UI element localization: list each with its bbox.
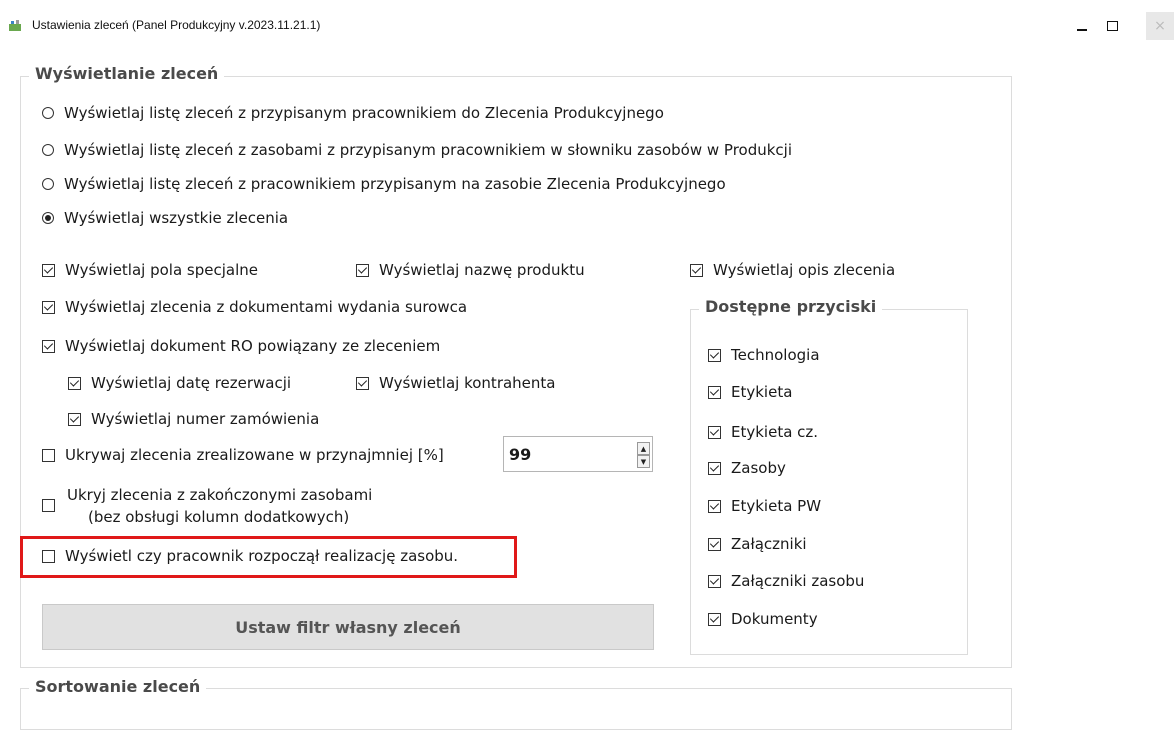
checkbox[interactable] [708,461,721,475]
checkbox-label: Wyświetlaj zlecenia z dokumentami wydani… [65,298,468,316]
radio-label: Wyświetlaj listę zleceń z zasobami z prz… [64,141,793,159]
checkbox-label: Wyświetlaj numer zamówienia [91,410,320,428]
minimize-icon [1077,29,1087,31]
window-title: Ustawienia zleceń (Panel Produkcyjny v.2… [32,18,321,32]
checkbox-label: Technologia [731,346,820,364]
checkbox[interactable] [68,412,81,426]
radio-label: Wyświetlaj wszystkie zlecenia [64,209,289,227]
check-product-name[interactable]: Wyświetlaj nazwę produktu [356,261,585,279]
spin-up-icon[interactable]: ▲ [637,442,650,455]
checkbox-label: Etykieta PW [731,497,822,515]
close-icon: × [1154,18,1166,34]
checkbox-label: Wyświetl czy pracownik rozpoczął realiza… [65,547,459,565]
checkbox[interactable] [42,549,55,563]
check-raw-material-docs[interactable]: Wyświetlaj zlecenia z dokumentami wydani… [42,298,467,316]
checkbox-label-line2: (bez obsługi kolumn dodatkowych) [88,508,350,526]
checkbox[interactable] [42,448,55,462]
button-option-zalaczniki-zasobu[interactable]: Załączniki zasobu [708,572,864,590]
radio-button[interactable] [42,107,54,119]
button-option-etykieta-pw[interactable]: Etykieta PW [708,497,821,515]
radio-assigned-worker[interactable]: Wyświetlaj listę zleceń z przypisanym pr… [42,104,664,122]
radio-button-selected[interactable] [42,212,54,224]
checkbox[interactable] [42,263,55,277]
radio-button[interactable] [42,178,54,190]
checkbox-label: Zasoby [731,459,786,477]
checkbox[interactable] [708,385,721,399]
checkbox-label: Ukrywaj zlecenia zrealizowane w przynajm… [65,446,444,464]
maximize-icon [1106,21,1118,31]
button-option-zalaczniki[interactable]: Załączniki [708,535,807,553]
checkbox[interactable] [708,348,721,362]
checkbox-label: Wyświetlaj dokument RO powiązany ze zlec… [65,337,441,355]
button-option-zasoby[interactable]: Zasoby [708,459,786,477]
checkbox[interactable] [42,300,55,314]
check-ro-document[interactable]: Wyświetlaj dokument RO powiązany ze zlec… [42,337,440,355]
checkbox[interactable] [708,499,721,513]
spin-down-icon[interactable]: ▼ [637,455,650,468]
check-worker-started[interactable]: Wyświetl czy pracownik rozpoczął realiza… [42,547,458,565]
button-option-technologia[interactable]: Technologia [708,346,820,364]
checkbox-label: Wyświetlaj opis zlecenia [713,261,896,279]
sort-group-legend: Sortowanie zleceń [29,677,207,696]
button-option-etykieta-cz[interactable]: Etykieta cz. [708,423,818,441]
checkbox-label: Wyświetlaj kontrahenta [379,374,556,392]
check-order-description[interactable]: Wyświetlaj opis zlecenia [690,261,895,279]
check-hide-realized[interactable]: Ukrywaj zlecenia zrealizowane w przynajm… [42,446,444,464]
checkbox-label: Wyświetlaj nazwę produktu [379,261,585,279]
percent-stepper[interactable]: 99 ▲ ▼ [503,436,653,472]
title-bar: Ustawienia zleceń (Panel Produkcyjny v.2… [0,0,1174,52]
display-group-legend: Wyświetlanie zleceń [29,64,225,83]
checkbox[interactable] [356,263,369,277]
checkbox-label: Etykieta cz. [731,423,819,441]
set-custom-filter-button[interactable]: Ustaw filtr własny zleceń [42,604,654,650]
radio-button[interactable] [42,144,54,156]
radio-resources-dictionary[interactable]: Wyświetlaj listę zleceń z zasobami z prz… [42,141,792,159]
maximize-button[interactable] [1098,12,1126,40]
check-reservation-date[interactable]: Wyświetlaj datę rezerwacji [68,374,291,392]
checkbox[interactable] [708,425,721,439]
checkbox-label: Załączniki zasobu [731,572,865,590]
radio-label: Wyświetlaj listę zleceń z przypisanym pr… [64,104,664,122]
app-icon [9,20,21,31]
checkbox[interactable] [708,612,721,626]
checkbox-label: Etykieta [731,383,793,401]
checkbox-label: Dokumenty [731,610,818,628]
button-option-etykieta[interactable]: Etykieta [708,383,792,401]
radio-worker-on-resource[interactable]: Wyświetlaj listę zleceń z pracownikiem p… [42,175,726,193]
checkbox[interactable] [708,574,721,588]
radio-all-orders[interactable]: Wyświetlaj wszystkie zlecenia [42,209,288,227]
available-buttons-legend: Dostępne przyciski [699,297,883,316]
minimize-button[interactable] [1068,12,1096,40]
checkbox[interactable] [356,376,369,390]
check-order-number[interactable]: Wyświetlaj numer zamówienia [68,410,319,428]
check-special-fields[interactable]: Wyświetlaj pola specjalne [42,261,258,279]
checkbox[interactable] [42,499,55,512]
checkbox-label-line1: Ukryj zlecenia z zakończonymi zasobami [67,486,373,504]
checkbox[interactable] [42,339,55,353]
checkbox[interactable] [708,537,721,551]
checkbox[interactable] [690,263,703,277]
checkbox[interactable] [68,376,81,390]
radio-label: Wyświetlaj listę zleceń z pracownikiem p… [64,175,726,193]
checkbox-label: Załączniki [731,535,807,553]
close-button[interactable]: × [1146,12,1174,40]
checkbox-label: Wyświetlaj datę rezerwacji [91,374,292,392]
button-option-dokumenty[interactable]: Dokumenty [708,610,818,628]
checkbox-label: Wyświetlaj pola specjalne [65,261,259,279]
percent-value[interactable]: 99 [509,445,531,464]
check-contractor[interactable]: Wyświetlaj kontrahenta [356,374,556,392]
